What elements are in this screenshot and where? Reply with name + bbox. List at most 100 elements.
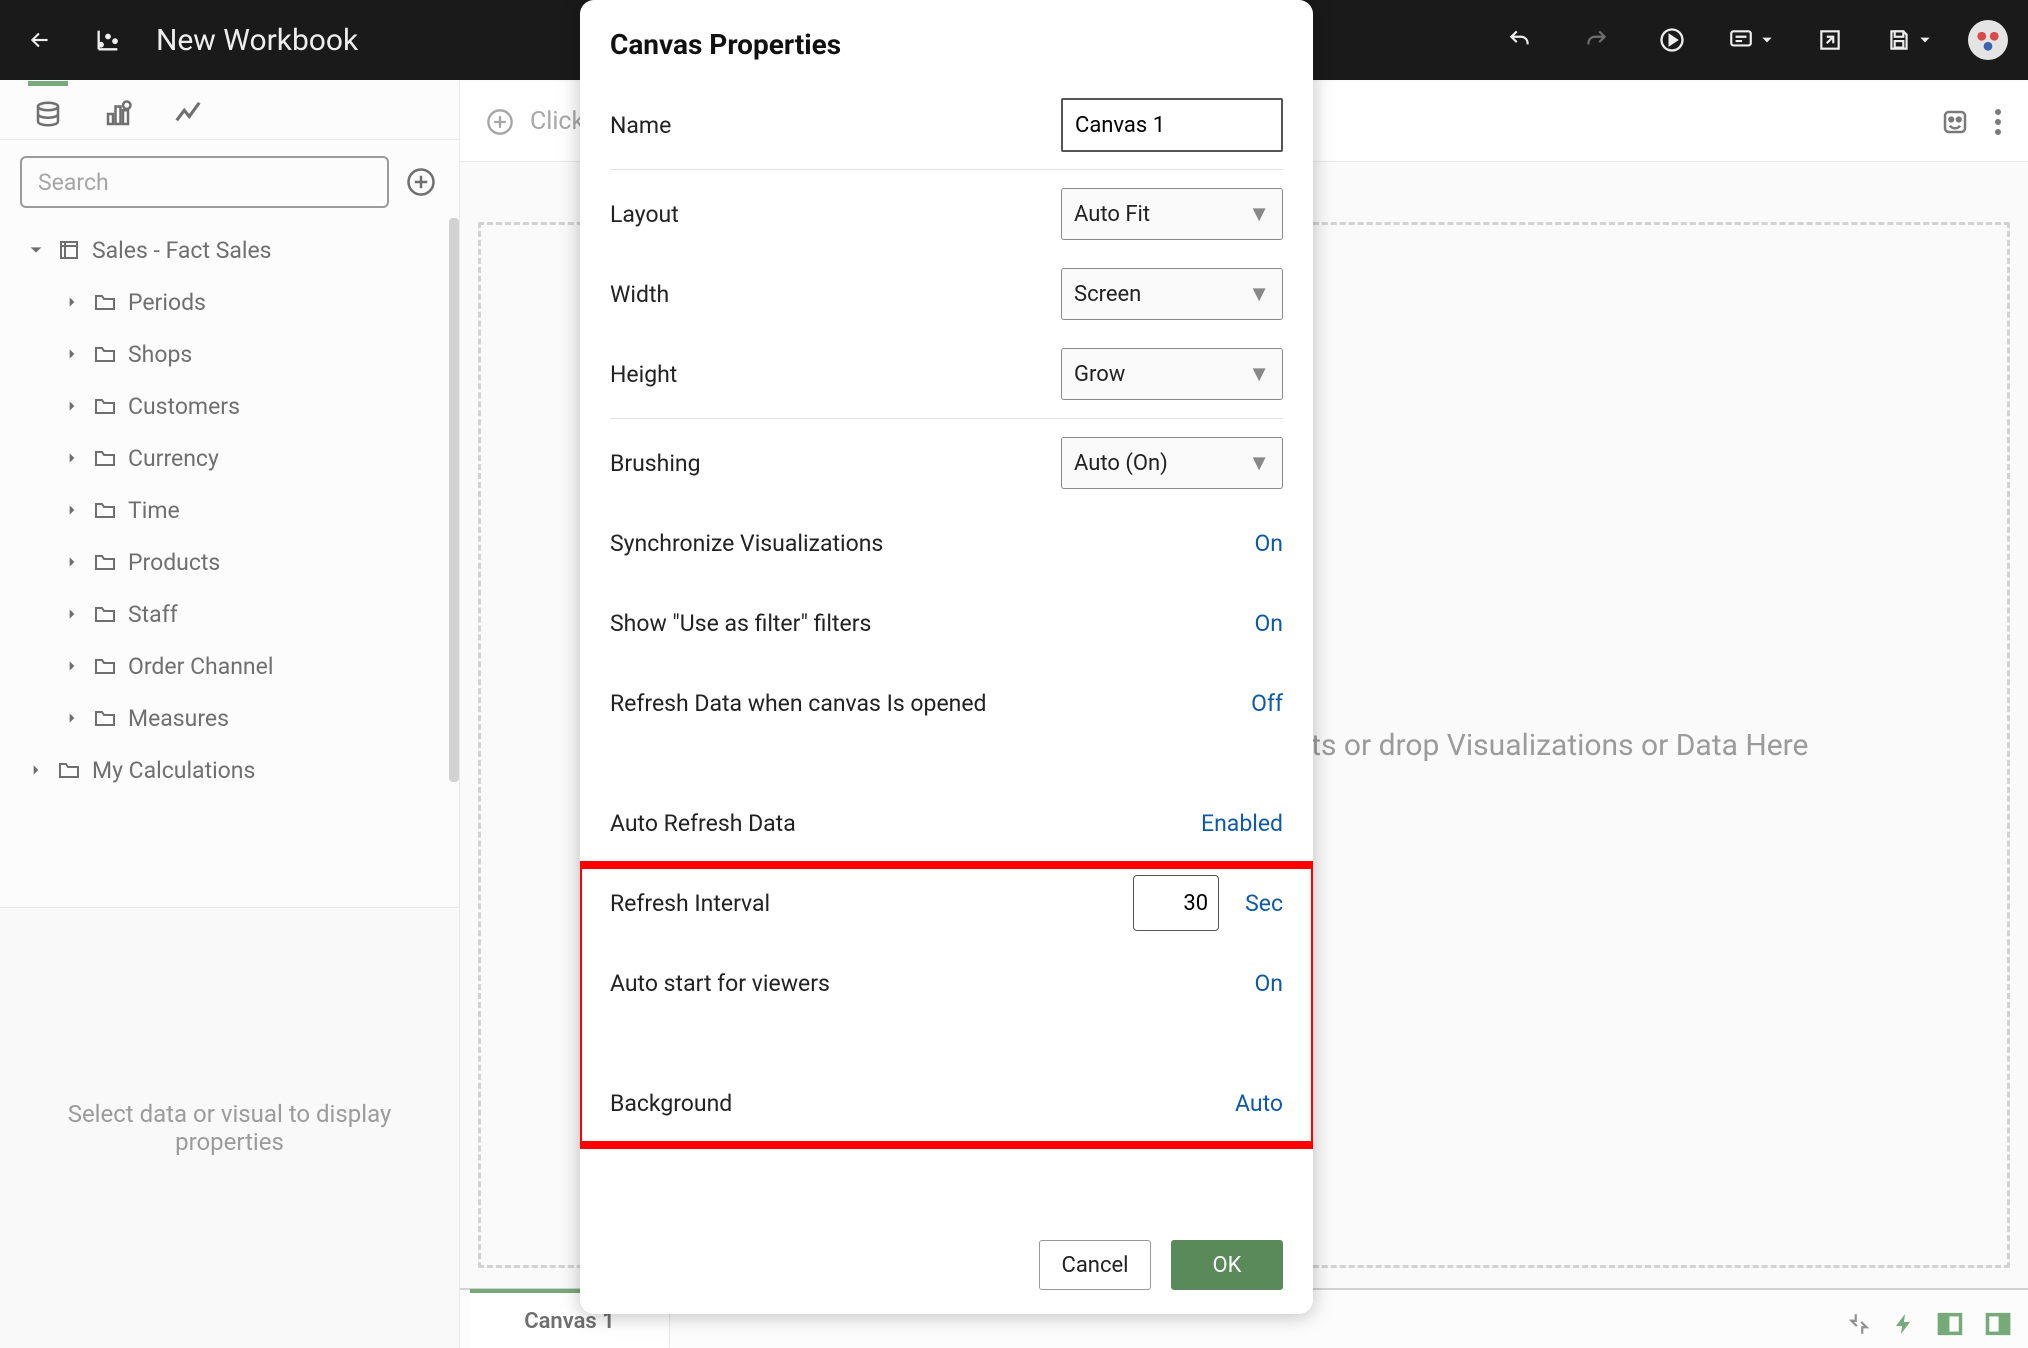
brushing-label: Brushing [610,450,1061,477]
caret-down-icon [26,242,46,258]
canvas-hint: Click [530,107,584,136]
folder-icon [92,498,118,522]
tree-label: Sales - Fact Sales [92,237,272,264]
folder-icon [92,602,118,626]
tree-item[interactable]: Time [6,484,459,536]
brushing-select[interactable]: Auto (On) ▼ [1061,437,1283,489]
background-toggle[interactable]: Auto [1235,1090,1283,1117]
data-tree: Sales - Fact Sales Periods Shops Customers… [0,218,459,908]
power-icon[interactable] [1892,1310,1916,1338]
autostart-toggle[interactable]: On [1254,970,1283,997]
folder-icon [92,550,118,574]
sidebar-tab-viz[interactable] [98,89,138,139]
tree-item[interactable]: Customers [6,380,459,432]
filter-toggle[interactable]: On [1254,610,1283,637]
tree-label: Products [128,549,220,576]
interval-unit[interactable]: Sec [1245,890,1283,917]
folder-icon [92,654,118,678]
tree-item[interactable]: Periods [6,276,459,328]
tree-label: Shops [128,341,192,368]
dataset-icon [56,238,82,262]
sidebar-tab-analytics[interactable] [168,89,208,139]
tree-item[interactable]: Currency [6,432,459,484]
tree-item[interactable]: Measures [6,692,459,744]
redo-button[interactable] [1576,20,1616,60]
filter-label: Show "Use as filter" filters [610,610,1254,637]
chevron-down-icon: ▼ [1248,281,1270,307]
layout-select[interactable]: Auto Fit ▼ [1061,188,1283,240]
add-dataset-button[interactable] [403,164,439,200]
tree-label: Staff [128,601,178,628]
tree-label: Customers [128,393,240,420]
interval-label: Refresh Interval [610,890,1133,917]
tree-item[interactable]: Staff [6,588,459,640]
caret-right-icon [62,295,82,309]
tree-item[interactable]: Products [6,536,459,588]
sync-toggle[interactable]: On [1254,530,1283,557]
folder-icon [92,446,118,470]
chevron-down-icon: ▼ [1248,450,1270,476]
chart-type-icon[interactable] [88,20,128,60]
avatar[interactable] [1968,20,2008,60]
refresh-button[interactable] [1652,20,1692,60]
height-label: Height [610,361,1061,388]
undo-button[interactable] [1500,20,1540,60]
auto-refresh-label: Auto Refresh Data [610,810,1201,837]
workbook-title: New Workbook [156,23,358,58]
height-select[interactable]: Grow ▼ [1061,348,1283,400]
tree-label: Time [128,497,180,524]
layout-label: Layout [610,201,1061,228]
cancel-button[interactable]: Cancel [1039,1240,1151,1290]
tree-my-calcs[interactable]: My Calculations [6,744,459,796]
add-viz-icon[interactable] [486,108,514,136]
tree-label: Order Channel [128,653,273,680]
caret-right-icon [62,711,82,725]
autostart-label: Auto start for viewers [610,970,1254,997]
folder-icon [92,394,118,418]
name-input[interactable] [1061,98,1283,152]
tree-item[interactable]: Order Channel [6,640,459,692]
name-label: Name [610,112,1061,139]
sidebar: Sales - Fact Sales Periods Shops Customers… [0,80,460,1348]
properties-placeholder: Select data or visual to display propert… [0,908,459,1348]
more-menu-icon[interactable] [1994,108,2002,136]
folder-icon [92,706,118,730]
folder-icon [56,758,82,782]
caret-right-icon [62,503,82,517]
chevron-down-icon: ▼ [1248,361,1270,387]
tree-label: Measures [128,705,229,732]
sidebar-tab-data[interactable] [28,89,68,139]
caret-right-icon [62,607,82,621]
auto-insights-icon[interactable] [1940,107,1970,137]
ok-button[interactable]: OK [1171,1240,1283,1290]
interval-input[interactable] [1133,875,1219,931]
auto-refresh-toggle[interactable]: Enabled [1201,810,1283,837]
save-menu[interactable] [1886,27,1932,53]
caret-right-icon [62,399,82,413]
tree-label: My Calculations [92,757,255,784]
caret-right-icon [62,555,82,569]
background-label: Background [610,1090,1235,1117]
caret-right-icon [26,763,46,777]
folder-icon [92,290,118,314]
tree-dataset[interactable]: Sales - Fact Sales [6,224,459,276]
refresh-open-label: Refresh Data when canvas Is opened [610,690,1251,717]
panel-right-icon[interactable] [1984,1310,2012,1338]
panel-left-icon[interactable] [1936,1310,1964,1338]
canvas-properties-dialog: Canvas Properties Name Layout Auto Fit ▼… [580,0,1313,1314]
sync-label: Synchronize Visualizations [610,530,1254,557]
back-button[interactable] [20,20,60,60]
export-button[interactable] [1810,20,1850,60]
search-input[interactable] [20,156,389,208]
chevron-down-icon: ▼ [1248,201,1270,227]
width-select[interactable]: Screen ▼ [1061,268,1283,320]
tree-label: Currency [128,445,219,472]
caret-right-icon [62,347,82,361]
tree-item[interactable]: Shops [6,328,459,380]
caret-right-icon [62,451,82,465]
connection-icon[interactable] [1846,1311,1872,1337]
refresh-open-toggle[interactable]: Off [1251,690,1283,717]
folder-icon [92,342,118,366]
comment-menu[interactable] [1728,27,1774,53]
dialog-title: Canvas Properties [580,0,1313,85]
